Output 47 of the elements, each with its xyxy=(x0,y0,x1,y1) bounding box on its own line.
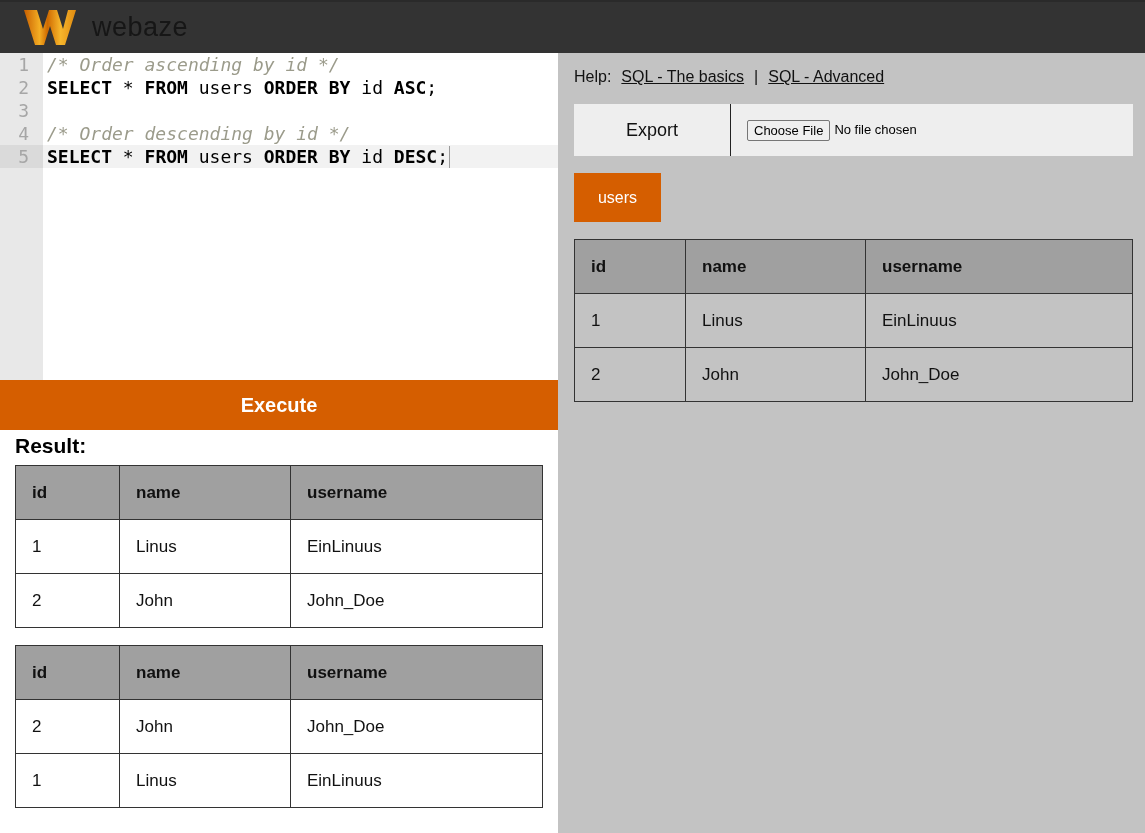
column-header: id xyxy=(574,239,686,294)
result-heading: Result: xyxy=(15,434,87,458)
table-cell: 2 xyxy=(574,347,686,402)
choose-file-button[interactable]: Choose File xyxy=(747,119,831,141)
code-line: SELECT * FROM users ORDER BY id DESC; xyxy=(47,145,449,168)
line-number: 3 xyxy=(18,100,29,121)
table-cell: 1 xyxy=(15,519,120,574)
table-cell: Linus xyxy=(119,753,291,808)
table-cell: John_Doe xyxy=(290,699,543,754)
code-line: /* Order ascending by id */ xyxy=(47,53,340,76)
table-cell: EinLinuus xyxy=(290,519,543,574)
file-status: No file chosen xyxy=(834,121,917,140)
table-cell: EinLinuus xyxy=(865,293,1133,348)
table-cell: 2 xyxy=(15,573,120,628)
code-line: SELECT * FROM users ORDER BY id ASC; xyxy=(47,76,438,99)
help-link[interactable]: SQL - Advanced xyxy=(768,68,885,86)
table-cell: 1 xyxy=(15,753,120,808)
table-cell: John_Doe xyxy=(865,347,1133,402)
column-header: name xyxy=(119,645,291,700)
table-cell: 1 xyxy=(574,293,686,348)
line-number: 2 xyxy=(18,77,29,98)
column-header: id xyxy=(15,465,120,520)
table-cell: Linus xyxy=(685,293,866,348)
table-cell: 2 xyxy=(15,699,120,754)
help-link[interactable]: SQL - The basics xyxy=(621,68,745,86)
table-cell: EinLinuus xyxy=(290,753,543,808)
text-cursor xyxy=(449,145,451,168)
column-header: id xyxy=(15,645,120,700)
code-line: /* Order descending by id */ xyxy=(47,122,351,145)
table-cell: John xyxy=(685,347,866,402)
table-cell: Linus xyxy=(119,519,291,574)
separator-text: | xyxy=(754,68,759,86)
table-cell: John xyxy=(119,699,291,754)
table-cell: John_Doe xyxy=(290,573,543,628)
column-header: name xyxy=(685,239,866,294)
line-number: 4 xyxy=(18,123,29,144)
table-tab[interactable]: users xyxy=(574,173,661,222)
execute-button[interactable]: Execute xyxy=(0,380,558,430)
column-header: name xyxy=(119,465,291,520)
logo-icon xyxy=(24,10,76,45)
export-button[interactable]: Export xyxy=(574,104,731,156)
help-label: Help: xyxy=(574,68,612,86)
column-header: username xyxy=(865,239,1133,294)
table-cell: John xyxy=(119,573,291,628)
column-header: username xyxy=(290,465,543,520)
column-header: username xyxy=(290,645,543,700)
line-number: 1 xyxy=(18,54,29,75)
